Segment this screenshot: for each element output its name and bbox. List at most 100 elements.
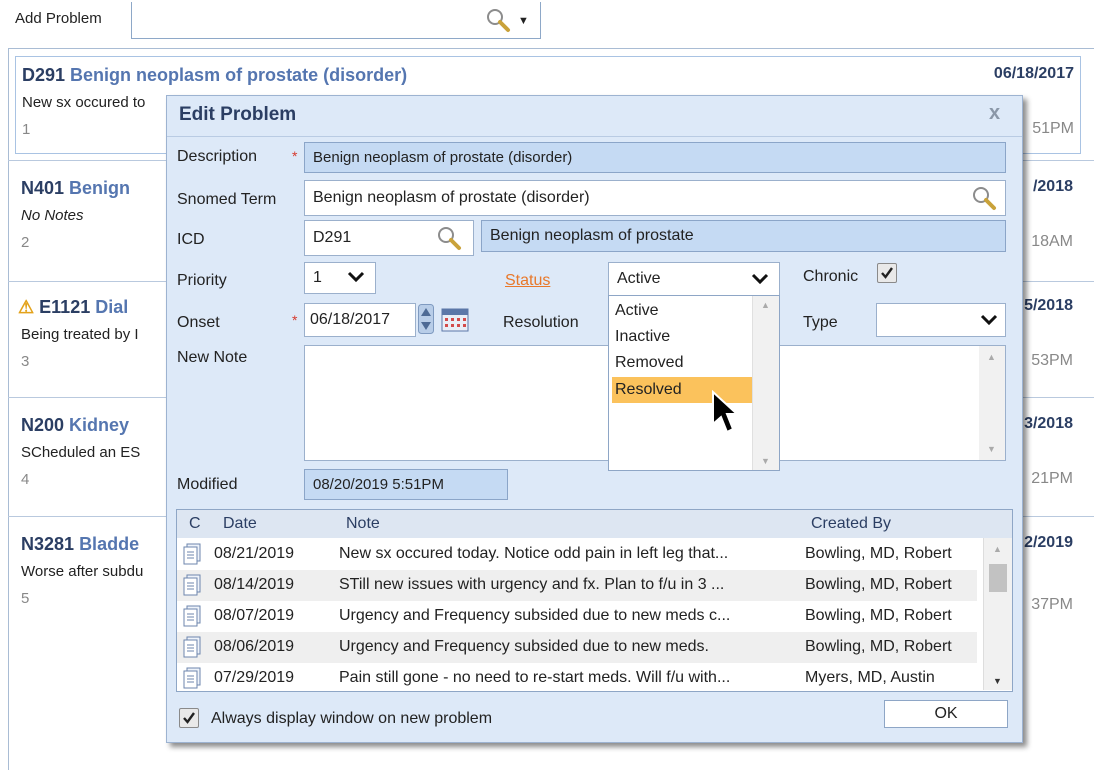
problem-date: 3/2018: [1024, 415, 1073, 432]
document-icon: [183, 574, 201, 601]
problem-name[interactable]: Bladde: [79, 534, 139, 554]
icd-description: Benign neoplasm of prostate: [481, 220, 1006, 252]
scroll-up-icon[interactable]: ▲: [993, 544, 1002, 554]
add-problem-input[interactable]: [131, 2, 541, 39]
always-display-checkbox[interactable]: [179, 708, 199, 728]
priority-select[interactable]: 1: [304, 262, 376, 294]
scroll-up-icon[interactable]: ▲: [761, 300, 770, 310]
search-icon[interactable]: [435, 224, 463, 257]
search-icon[interactable]: [484, 6, 512, 39]
problem-date: 5/2018: [1024, 297, 1073, 314]
row-created-by: Bowling, MD, Robert: [805, 576, 952, 593]
problem-date: 2/2019: [1024, 534, 1073, 551]
problem-code: N401: [21, 178, 65, 198]
priority-label: Priority: [177, 272, 227, 289]
column-created-by[interactable]: Created By: [811, 515, 891, 533]
problem-name[interactable]: Dial: [95, 297, 128, 317]
spinner-icon[interactable]: [418, 304, 434, 339]
snomed-input[interactable]: Benign neoplasm of prostate (disorder): [304, 180, 1006, 216]
problem-time: 51PM: [1032, 120, 1074, 137]
problem-index: 3: [21, 353, 30, 370]
chevron-down-icon[interactable]: [980, 313, 998, 327]
notes-table: C Date Note Created By 08/21/2019 New sx…: [176, 509, 1013, 692]
table-row[interactable]: 08/07/2019 Urgency and Frequency subside…: [177, 601, 977, 632]
row-note: STill new issues with urgency and fx. Pl…: [339, 576, 725, 593]
problem-note: SCheduled an ES: [21, 444, 141, 461]
table-row[interactable]: 08/14/2019 STill new issues with urgency…: [177, 570, 977, 601]
table-row[interactable]: 08/06/2019 Urgency and Frequency subside…: [177, 632, 977, 663]
onset-date-input[interactable]: 06/18/2017: [304, 303, 416, 337]
chevron-down-icon[interactable]: [751, 272, 769, 286]
row-date: 08/06/2019: [214, 638, 295, 655]
edit-problem-dialog: Edit Problem x Description * Benign neop…: [166, 95, 1023, 743]
add-problem-label: Add Problem: [15, 10, 102, 27]
status-option-removed[interactable]: Removed: [612, 350, 755, 376]
problem-name[interactable]: Kidney: [69, 415, 129, 435]
status-dropdown-list[interactable]: Active Inactive Removed Resolved ▲ ▼: [608, 295, 780, 471]
problem-note: Being treated by I: [21, 326, 139, 343]
row-created-by: Myers, MD, Austin: [805, 669, 935, 686]
problem-code: N3281: [21, 534, 75, 554]
table-header: C Date Note Created By: [177, 510, 1012, 538]
table-row[interactable]: 07/29/2019 Pain still gone - no need to …: [177, 663, 977, 691]
dropdown-scrollbar[interactable]: ▲ ▼: [752, 296, 779, 470]
document-icon: [183, 636, 201, 663]
row-date: 08/14/2019: [214, 576, 295, 593]
problem-name[interactable]: Benign: [69, 178, 130, 198]
problem-time: 53PM: [1031, 352, 1073, 369]
problem-index: 5: [21, 590, 30, 607]
note-scrollbar[interactable]: ▲ ▼: [979, 346, 1005, 460]
scroll-up-icon[interactable]: ▲: [987, 352, 996, 362]
icd-code: D291: [313, 229, 352, 246]
row-date: 08/21/2019: [214, 545, 295, 562]
row-note: Pain still gone - no need to re-start me…: [339, 669, 731, 686]
status-option-inactive[interactable]: Inactive: [612, 324, 755, 350]
problem-time: 37PM: [1031, 596, 1073, 613]
new-note-label: New Note: [177, 349, 248, 366]
resolution-label: Resolution: [503, 314, 579, 331]
row-date: 07/29/2019: [214, 669, 295, 686]
description-label: Description: [177, 148, 258, 165]
warning-icon: ⚠: [18, 297, 35, 317]
priority-value: 1: [313, 269, 322, 286]
dialog-title: Edit Problem: [179, 104, 297, 125]
problem-name[interactable]: Benign neoplasm of prostate (disorder): [70, 65, 407, 85]
onset-value: 06/18/2017: [310, 311, 391, 328]
scroll-down-icon[interactable]: ▼: [761, 456, 770, 466]
scroll-down-icon[interactable]: ▼: [987, 444, 996, 454]
chevron-down-icon[interactable]: [347, 270, 365, 284]
mouse-cursor-icon: [711, 389, 740, 441]
scroll-thumb[interactable]: [989, 564, 1007, 592]
status-link[interactable]: Status: [505, 272, 550, 290]
chronic-checkbox[interactable]: [877, 263, 897, 283]
calendar-icon[interactable]: [441, 308, 469, 337]
close-icon[interactable]: x: [989, 102, 1000, 125]
problem-code: N200: [21, 415, 65, 435]
column-date[interactable]: Date: [223, 515, 257, 533]
title-divider: [167, 136, 1022, 137]
status-option-active[interactable]: Active: [612, 298, 755, 324]
document-icon: [183, 543, 201, 570]
problem-index: 2: [21, 234, 30, 251]
onset-label: Onset: [177, 314, 220, 331]
ok-button[interactable]: OK: [884, 700, 1008, 728]
chevron-down-icon[interactable]: ▼: [518, 15, 529, 27]
column-note[interactable]: Note: [346, 515, 380, 533]
scroll-down-icon[interactable]: ▼: [993, 676, 1002, 686]
row-note: Urgency and Frequency subsided due to ne…: [339, 638, 709, 655]
column-c[interactable]: C: [189, 515, 201, 533]
table-row[interactable]: 08/21/2019 New sx occured today. Notice …: [177, 539, 977, 570]
search-icon[interactable]: [970, 184, 998, 217]
status-value: Active: [617, 270, 661, 287]
icd-label: ICD: [177, 231, 205, 248]
document-icon: [183, 605, 201, 632]
row-created-by: Bowling, MD, Robert: [805, 638, 952, 655]
row-date: 08/07/2019: [214, 607, 295, 624]
problem-note: No Notes: [21, 207, 84, 224]
row-note: Urgency and Frequency subsided due to ne…: [339, 607, 731, 624]
required-mark: *: [292, 312, 298, 328]
document-icon: [183, 667, 201, 691]
row-created-by: Bowling, MD, Robert: [805, 607, 952, 624]
problem-index: 4: [21, 471, 30, 488]
table-scrollbar[interactable]: ▲ ▼: [983, 538, 1012, 690]
